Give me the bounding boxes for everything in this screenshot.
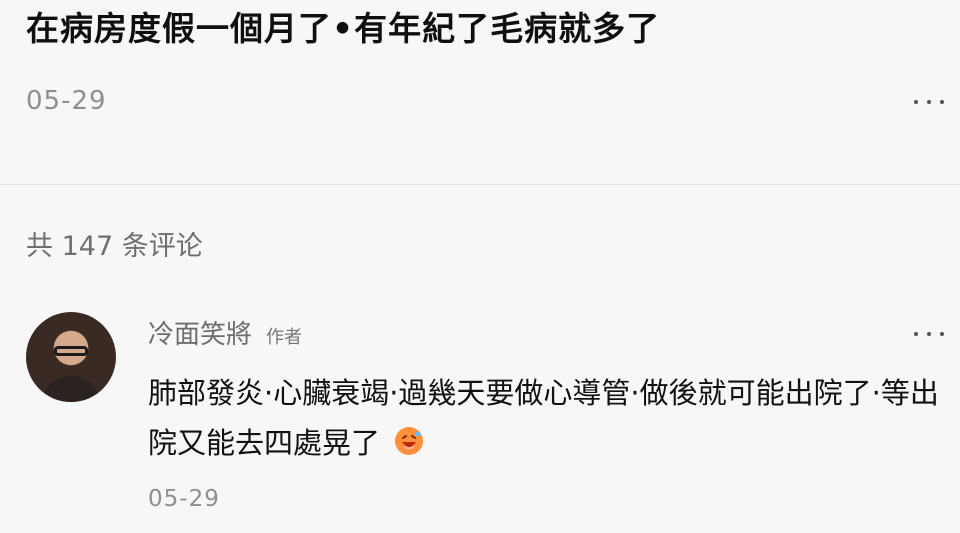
comment-user-line: 冷面笑將 作者 <box>148 314 302 351</box>
author-tag: 作者 <box>266 327 303 348</box>
avatar-body <box>42 376 100 402</box>
post-title: 在病房度假一個月了•有年紀了毛病就多了 <box>26 9 661 48</box>
comment-date: 05-29 <box>148 486 220 512</box>
comment-more-button[interactable] <box>914 328 944 340</box>
dot-icon <box>927 332 931 336</box>
comment-count: 共 147 条评论 <box>26 231 203 262</box>
avatar[interactable] <box>26 312 116 402</box>
comment-text: 肺部發炎·心臟衰竭·過幾天要做心導管·做後就可能出院了·等出院又能去四處晃了 <box>148 376 939 460</box>
dot-icon <box>940 100 944 104</box>
section-divider <box>0 184 960 185</box>
dot-icon <box>914 332 918 336</box>
dot-icon <box>927 100 931 104</box>
post-date: 05-29 <box>26 86 107 116</box>
dot-icon <box>914 100 918 104</box>
comment-username[interactable]: 冷面笑將 <box>148 314 252 351</box>
laughing-face-icon <box>393 422 425 455</box>
post-more-button[interactable] <box>914 96 944 108</box>
comment-text-block: 肺部發炎·心臟衰竭·過幾天要做心導管·做後就可能出院了·等出院又能去四處晃了 <box>148 368 948 468</box>
dot-icon <box>940 332 944 336</box>
